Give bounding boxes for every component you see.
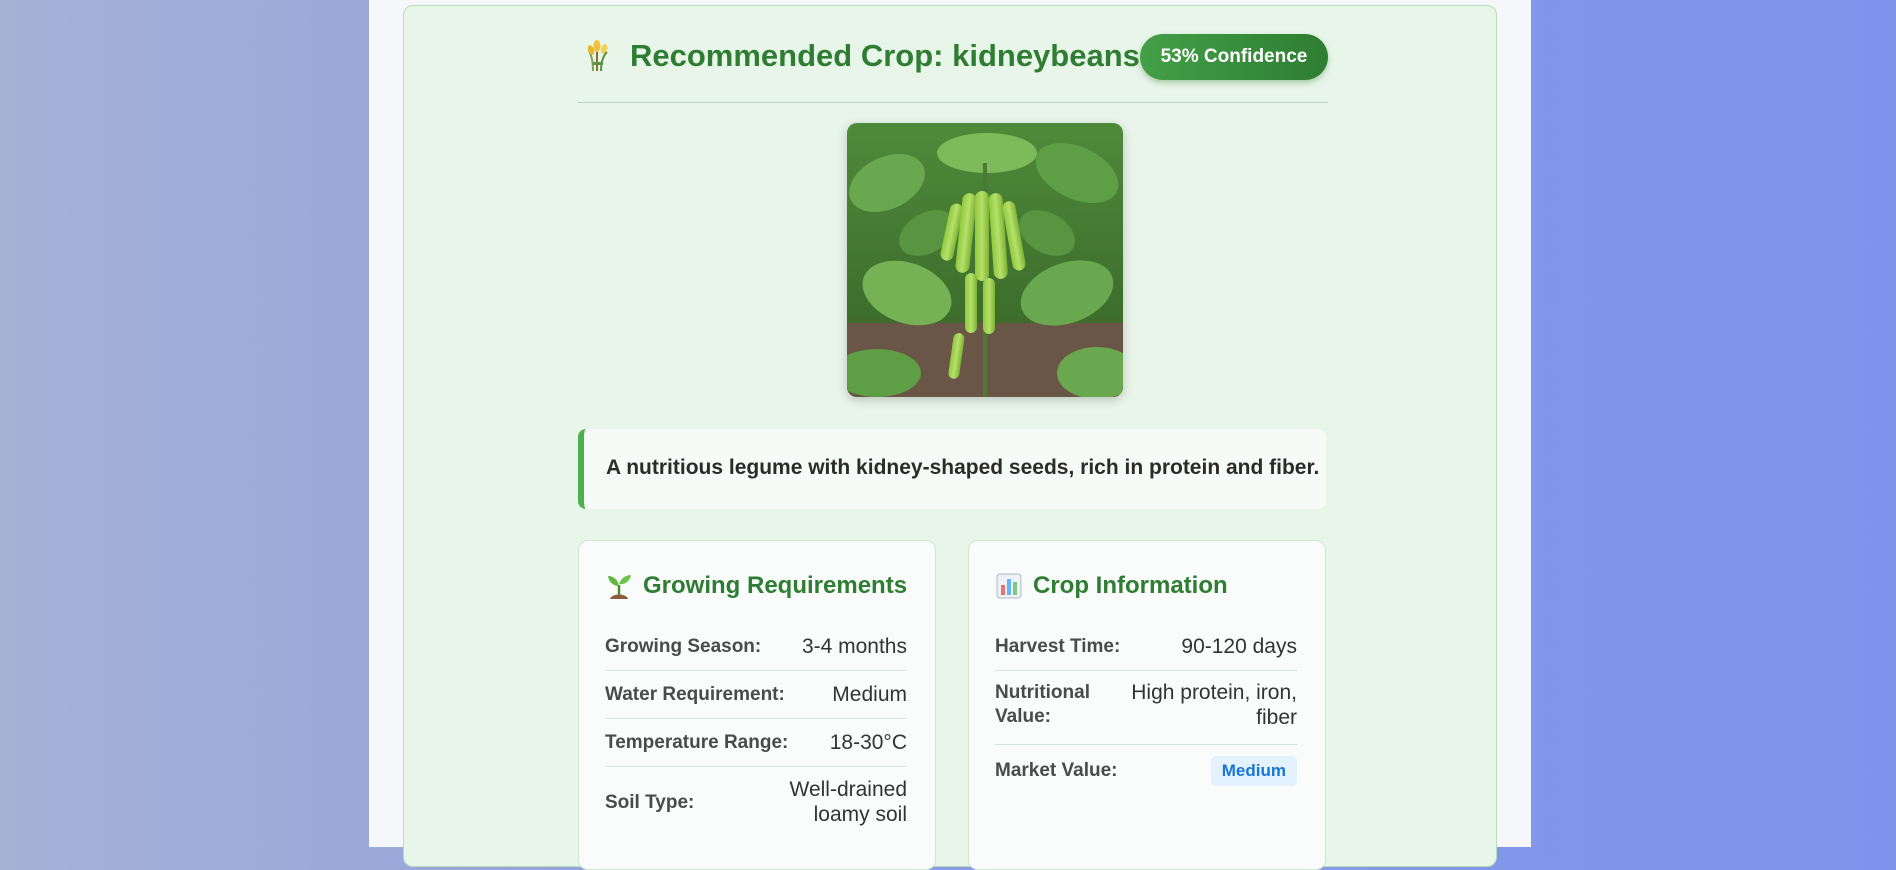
row-growing-season: Growing Season: 3-4 months: [605, 623, 907, 671]
row-label: Market Value:: [995, 760, 1118, 781]
crop-description: A nutritious legume with kidney-shaped s…: [578, 429, 1326, 509]
market-value-badge: Medium: [1210, 756, 1297, 786]
row-value: 18-30°C: [829, 731, 907, 754]
seedling-icon: [608, 575, 631, 599]
row-water-requirement: Water Requirement: Medium: [605, 671, 907, 719]
crop-photo: [847, 123, 1123, 397]
row-harvest-time: Harvest Time: 90-120 days: [995, 623, 1297, 671]
growing-requirements-header: Growing Requirements: [605, 571, 907, 601]
sheaf-of-rice-icon: [587, 40, 608, 72]
growing-requirements-card: Growing Requirements Growing Season: 3-4…: [578, 540, 936, 870]
recommendation-card: Recommended Crop: kidneybeans 53% Confid…: [403, 5, 1497, 870]
confidence-badge: 53% Confidence: [1140, 34, 1328, 80]
description-text: A nutritious legume with kidney-shaped s…: [606, 456, 1320, 479]
recommended-crop-title: Recommended Crop: kidneybeans: [630, 38, 1140, 73]
page-container: Recommended Crop: kidneybeans 53% Confid…: [369, 0, 1531, 870]
bar-chart-icon: [996, 573, 1022, 599]
row-label: Temperature Range:: [605, 732, 789, 753]
crop-information-heading: Crop Information: [1033, 572, 1228, 599]
growing-requirements-heading: Growing Requirements: [643, 572, 908, 599]
row-market-value: Market Value: Medium: [995, 745, 1297, 797]
row-value: High protein, iron, fiber: [1131, 681, 1297, 729]
row-soil-type: Soil Type: Well-drained loamy soil: [605, 767, 907, 839]
row-label: Water Requirement:: [605, 684, 785, 705]
row-label: Nutritional Value:: [995, 682, 1090, 727]
recommendation-header: Recommended Crop: kidneybeans 53% Confid…: [578, 26, 1328, 103]
row-value: 3-4 months: [801, 635, 907, 658]
row-label: Growing Season:: [605, 636, 762, 657]
row-label: Harvest Time:: [995, 636, 1121, 657]
row-value: Well-drained loamy soil: [789, 778, 908, 826]
row-value: Medium: [832, 683, 907, 706]
crop-information-header: Crop Information: [995, 571, 1228, 601]
crop-information-card: Crop Information Harvest Time: 90-120 da…: [968, 540, 1326, 870]
row-temperature-range: Temperature Range: 18-30°C: [605, 719, 907, 767]
row-label: Soil Type:: [605, 792, 695, 813]
row-value: 90-120 days: [1181, 635, 1297, 658]
row-nutritional-value: Nutritional Value: High protein, iron, f…: [995, 671, 1297, 745]
